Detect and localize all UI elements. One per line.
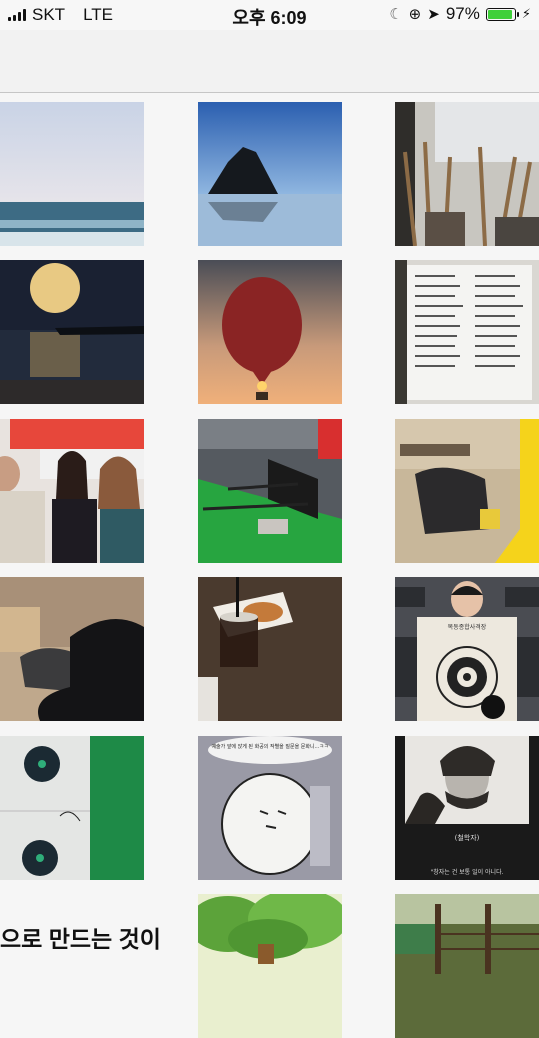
portrait-quote: "창자는 건 보통 일이 아니다. [430,868,503,876]
battery-percent: 97% [445,4,480,23]
status-bar: SKT LTE 오후 6:09 ☾ ⊕ ➤ 97% ⚡ [0,0,539,30]
battery-icon [485,7,519,21]
photo-cartoon-drawing[interactable]: 예술가 앞에 앉게 된 화공의 작별을 질문을 문화니...ㅋㅋ [198,736,342,880]
photo-selfie-three-people[interactable] [0,419,144,563]
portrait-label: (철학자) [455,833,480,842]
photo-paper-targets[interactable] [0,736,144,880]
photo-menu-board[interactable] [395,260,539,404]
status-right: ☾ ⊕ ➤ 97% ⚡ [389,4,531,24]
photo-fence-garden[interactable] [395,894,539,1038]
rotation-lock-icon: ⊕ [408,6,422,23]
photo-sea-horizon[interactable] [0,102,144,246]
photo-tree-cartoon[interactable] [198,894,342,1038]
photo-legs-bag-floor[interactable] [0,577,144,721]
photo-haystack-rock-beach[interactable] [198,102,342,246]
photo-man-holding-target[interactable]: 목동종합사격장 [395,577,539,721]
photo-shooting-range-lanes[interactable] [198,419,342,563]
photo-philosopher-portrait[interactable]: (철학자) "창자는 건 보통 일이 아니다. [395,736,539,880]
article-caption: 으로 만드는 것이 [0,926,161,952]
navigation-bar [0,30,539,93]
charging-icon: ⚡ [521,6,531,21]
photo-yellow-room[interactable] [395,419,539,563]
target-title-text: 목동종합사격장 [448,623,487,631]
cartoon-bubble-text: 예술가 앞에 앉게 된 화공의 작별을 질문을 문화니...ㅋㅋ [211,743,328,750]
moon-icon: ☾ [389,6,403,23]
photo-flower-balloon[interactable] [198,260,342,404]
location-icon: ➤ [427,6,440,23]
photo-grid: 목동종합사격장 예술가 앞에 앉게 된 화공의 작별을 질문을 문화니...ㅋㅋ [0,93,539,1038]
photo-paint-brushes[interactable] [395,102,539,246]
photo-iced-coffee-table[interactable] [198,577,342,721]
photo-full-moon-sea[interactable] [0,260,144,404]
